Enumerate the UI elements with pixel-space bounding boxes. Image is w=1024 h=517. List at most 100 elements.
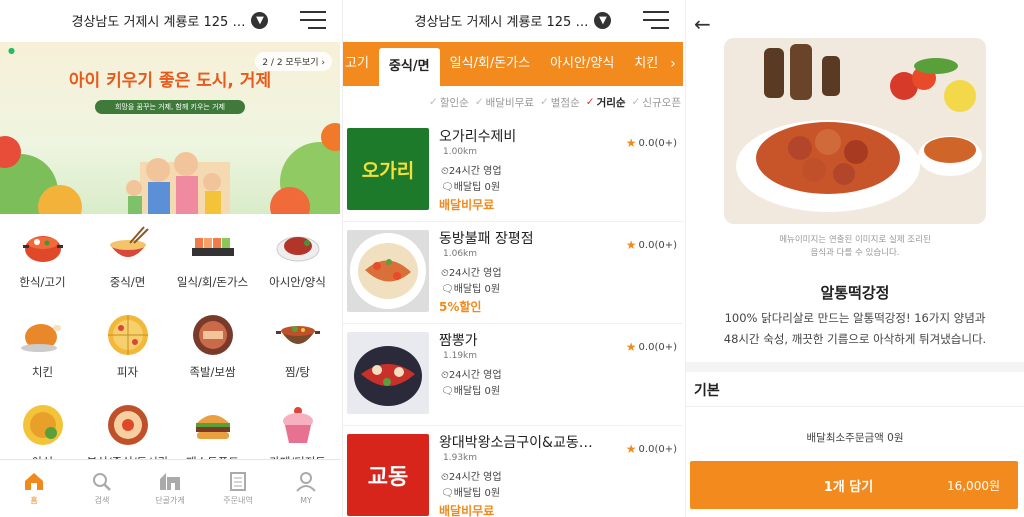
restaurant-list-screen: 경상남도 거제시 계룡로 125 … ▼ 고기 중식/면 일식/회/돈가스 아시…	[342, 0, 683, 517]
tip-text: 배달팁 0원	[453, 488, 501, 499]
promo-banner[interactable]: ● 2 / 2 모두보기 › 아이 키우기 좋은 도시, 거제 희망을 꿈꾸는 …	[0, 42, 340, 214]
nav-orders[interactable]: 주문내역	[204, 460, 272, 517]
category-label: 한식/고기	[19, 275, 66, 289]
cart-button-price: 16,000원	[946, 478, 1000, 493]
sort-rating[interactable]: ✓ 별점순	[540, 90, 580, 114]
category-western[interactable]: 아시안/양식	[255, 222, 340, 298]
chevron-down-icon: ▼	[594, 11, 612, 29]
restaurant-tip: 🗨배달팁 0원	[441, 484, 500, 499]
description-line: 100% 닭다리살로 만드는 알통떡강정! 16가지 양념과	[724, 311, 986, 325]
category-label: 중식/면	[109, 275, 146, 289]
sort-discount[interactable]: ✓ 할인순	[429, 90, 469, 114]
hours-text: 24시간 영업	[448, 166, 502, 177]
disclaimer-line: 음식과 다를 수 있습니다.	[810, 248, 900, 258]
category-label: 피자	[116, 365, 139, 379]
chevron-down-icon: ▼	[251, 11, 269, 29]
restaurant-promo: 배달비무료	[439, 504, 495, 517]
jokbal-icon	[190, 312, 236, 358]
list-item[interactable]: 교동 왕대박왕소금구이&교동… 1.93km ⏲24시간 영업 🗨배달팁 0원 …	[343, 426, 683, 517]
sort-new[interactable]: ✓ 신규오픈	[632, 90, 681, 114]
min-order-amount: 배달최소주문금액 0원	[806, 432, 904, 444]
dish-description: 100% 닭다리살로 만드는 알통떡강정! 16가지 양념과 48시간 숙성, …	[700, 308, 1010, 350]
address-text: 경상남도 거제시 계룡로 125 …	[414, 14, 589, 30]
nav-favorites[interactable]: 단골가게	[136, 460, 204, 517]
restaurant-rating: ★ 0.0(0+)	[626, 136, 677, 150]
late-night-icon	[20, 402, 66, 448]
clock-icon: ⏲	[441, 166, 449, 177]
sushi-icon	[190, 222, 236, 268]
category-pizza[interactable]: 피자	[85, 312, 170, 388]
address-selector[interactable]: 경상남도 거제시 계룡로 125 … ▼	[415, 11, 612, 30]
address-text: 경상남도 거제시 계룡로 125 …	[71, 14, 246, 30]
check-icon: ✓	[429, 96, 438, 108]
restaurant-logo: 교동	[347, 434, 429, 516]
description-line: 48시간 숙성, 깨끗한 기름으로 아삭하게 튀겨냈습니다.	[723, 332, 987, 346]
list-item[interactable]: 동방불패 장평점 1.06km ⏲24시간 영업 🗨배달팁 0원 5%할인 ★ 0…	[343, 222, 683, 324]
rating-text: 0.0(0+)	[638, 341, 677, 353]
hamburger-menu-icon[interactable]	[643, 11, 669, 29]
list-item[interactable]: 짬뽕가 1.19km ⏲24시간 영업 🗨배달팁 0원 ★ 0.0(0+)	[343, 324, 683, 426]
store-icon	[160, 473, 180, 490]
home-header: 경상남도 거제시 계룡로 125 … ▼	[0, 0, 340, 40]
category-chinese[interactable]: 중식/면	[85, 222, 170, 298]
tab-meat[interactable]: 고기	[343, 42, 379, 86]
sort-label: 신규오픈	[642, 96, 681, 109]
disclaimer-line: 메뉴이미지는 연출된 이미지로 실제 조리된	[779, 235, 931, 245]
category-label: 일식/회/돈가스	[176, 275, 249, 289]
restaurant-distance: 1.19km	[443, 351, 478, 361]
add-to-cart-button[interactable]: 1개 담기 16,000원	[690, 461, 1018, 509]
nav-my[interactable]: MY	[272, 460, 340, 517]
category-label: 족발/보쌈	[189, 365, 236, 379]
sort-free-delivery[interactable]: ✓ 배달비무료	[475, 90, 534, 114]
list-item[interactable]: 오가리 오가리수제비 1.00km ⏲24시간 영업 🗨배달팁 0원 배달비무료…	[343, 120, 683, 222]
tab-chicken[interactable]: 치킨	[624, 42, 668, 86]
tab-japanese[interactable]: 일식/회/돈가스	[440, 42, 541, 86]
category-jokbal[interactable]: 족발/보쌈	[170, 312, 255, 388]
home-icon	[25, 473, 43, 490]
star-icon: ★	[625, 238, 637, 252]
star-icon: ★	[625, 442, 637, 456]
star-icon: ★	[625, 136, 637, 150]
nav-label: 단골가게	[155, 496, 185, 505]
address-selector[interactable]: 경상남도 거제시 계룡로 125 … ▼	[72, 11, 269, 30]
tab-chinese[interactable]: 중식/면	[378, 48, 440, 86]
restaurant-name: 오가리수제비	[439, 129, 517, 145]
restaurant-logo-text: 교동	[367, 465, 409, 490]
image-disclaimer: 메뉴이미지는 연출된 이미지로 실제 조리된 음식과 다를 수 있습니다.	[686, 234, 1024, 260]
pizza-icon	[105, 312, 151, 358]
restaurant-photo	[347, 230, 429, 312]
sort-options: ✓ 할인순 ✓ 배달비무료 ✓ 별점순 ✓ 거리순 ✓ 신규오픈	[343, 90, 683, 114]
restaurant-name: 짬뽕가	[439, 333, 478, 349]
tab-western[interactable]: 아시안/양식	[540, 42, 624, 86]
category-chicken[interactable]: 치킨	[0, 312, 85, 388]
user-icon	[296, 472, 316, 492]
steak-icon	[275, 222, 321, 268]
dish-title: 알통떡강정	[820, 284, 890, 302]
home-screen: 경상남도 거제시 계룡로 125 … ▼ ● 2 / 2 모두보기 › 아이 키…	[0, 0, 340, 517]
category-stew[interactable]: 찜/탕	[255, 312, 340, 388]
chicken-icon	[20, 312, 66, 358]
snack-icon	[105, 402, 151, 448]
category-grid: 한식/고기 중식/면 일식/회/돈가스 아시안/양식 치킨 피자 족발/보쌈 찜…	[0, 222, 340, 478]
restaurant-rating: ★ 0.0(0+)	[626, 340, 677, 354]
restaurant-photo	[347, 332, 429, 414]
chevron-right-icon[interactable]: ›	[663, 42, 683, 86]
nav-label: 검색	[94, 496, 110, 505]
sort-label: 할인순	[439, 96, 469, 109]
sort-distance[interactable]: ✓ 거리순	[586, 90, 626, 114]
speech-bubble-icon: 🗨	[441, 386, 454, 397]
nav-search[interactable]: 검색	[68, 460, 136, 517]
hamburger-menu-icon[interactable]	[300, 11, 326, 29]
star-icon: ★	[625, 340, 637, 354]
section-divider	[686, 362, 1024, 372]
check-icon: ✓	[474, 96, 484, 108]
tip-text: 배달팁 0원	[453, 284, 501, 295]
option-section-title: 기본	[694, 383, 720, 399]
nav-home[interactable]: 홈	[0, 460, 68, 517]
restaurant-name: 왕대박왕소금구이&교동…	[439, 435, 593, 451]
back-arrow-icon[interactable]: ←	[694, 12, 711, 36]
category-korean[interactable]: 한식/고기	[0, 222, 85, 298]
restaurant-hours: ⏲24시간 영업	[441, 468, 502, 483]
category-japanese[interactable]: 일식/회/돈가스	[170, 222, 255, 298]
restaurant-rating: ★ 0.0(0+)	[626, 238, 677, 252]
